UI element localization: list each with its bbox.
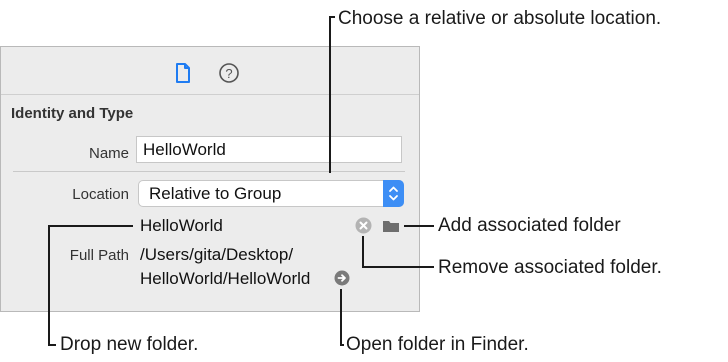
leader-drop-vertical	[48, 225, 50, 345]
help-icon: ?	[219, 63, 239, 83]
associated-folder-name[interactable]: HelloWorld	[140, 216, 223, 236]
leader-choose-vertical	[329, 16, 331, 173]
help-icon-glyph: ?	[225, 66, 232, 81]
callout-open-finder: Open folder in Finder.	[346, 334, 529, 355]
section-title: Identity and Type	[11, 105, 134, 122]
full-path-line-2: HelloWorld/HelloWorld	[140, 269, 311, 288]
remove-folder-button[interactable]	[355, 217, 372, 234]
remove-circle-icon	[355, 217, 372, 234]
name-label: Name	[88, 145, 129, 162]
leader-open-vertical	[340, 289, 342, 345]
arrow-right-circle-icon	[334, 270, 350, 286]
file-icon	[176, 63, 190, 83]
location-label: Location	[72, 186, 129, 203]
callout-drop-folder: Drop new folder.	[60, 334, 199, 355]
callout-remove-folder: Remove associated folder.	[438, 257, 662, 278]
tab-bar-divider	[1, 94, 419, 95]
annotated-screenshot: ? Identity and Type Name HelloWorld Loca…	[0, 0, 728, 362]
inspector-tab-bar: ?	[1, 47, 419, 95]
leader-open-foot	[340, 344, 344, 346]
leader-drop-horizontal	[48, 225, 133, 227]
open-in-finder-button[interactable]	[334, 270, 350, 286]
location-select-value: Relative to Group	[149, 184, 282, 203]
section-divider	[13, 171, 405, 172]
callout-choose-location: Choose a relative or absolute location.	[338, 8, 662, 29]
callout-add-folder: Add associated folder	[438, 215, 621, 236]
help-inspector-tab[interactable]: ?	[217, 61, 241, 85]
leader-remove-vertical	[362, 236, 364, 268]
select-stepper-icon[interactable]	[383, 180, 404, 207]
leader-remove-horizontal	[362, 266, 434, 268]
full-path-line-1: /Users/gita/Desktop/	[140, 245, 294, 264]
leader-drop-foot	[48, 344, 56, 346]
folder-icon	[383, 221, 399, 232]
name-field[interactable]: HelloWorld	[136, 136, 402, 163]
leader-add	[404, 225, 434, 227]
file-inspector-tab[interactable]	[171, 61, 195, 85]
identity-inspector-panel: ? Identity and Type Name HelloWorld Loca…	[0, 46, 420, 312]
choose-folder-button[interactable]	[382, 218, 400, 234]
location-select[interactable]: Relative to Group	[138, 180, 404, 207]
full-path-label: Full Path	[69, 247, 129, 264]
leader-choose-horizontal	[329, 16, 335, 18]
